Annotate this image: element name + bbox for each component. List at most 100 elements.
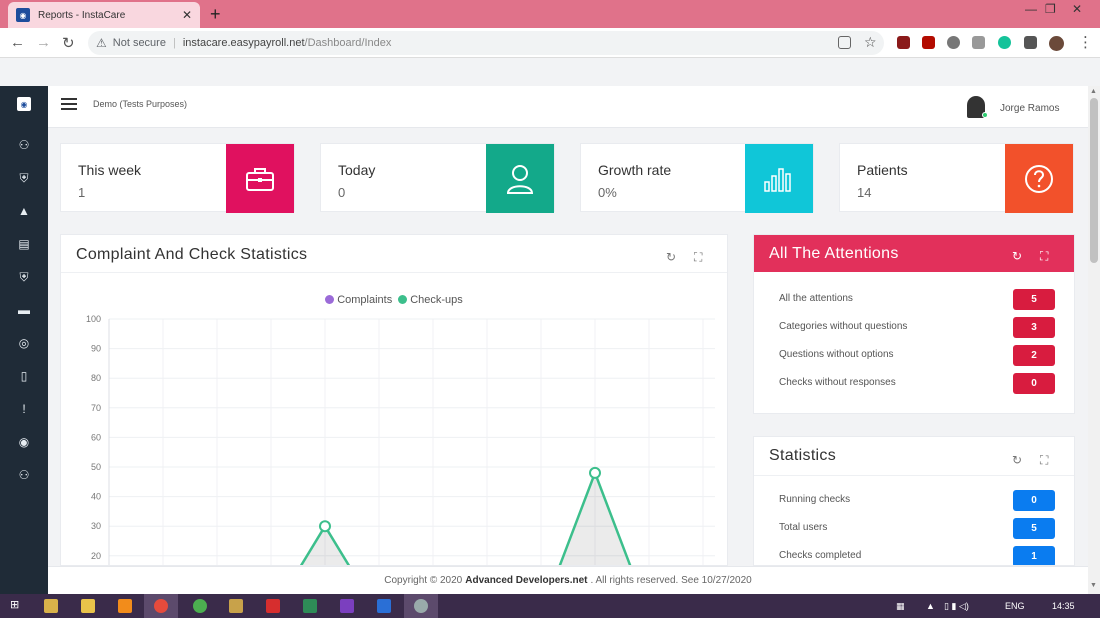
medical-icon[interactable]: ⛨	[17, 171, 31, 185]
refresh-icon[interactable]: ↻	[1012, 249, 1022, 263]
media-player-icon[interactable]	[81, 599, 95, 613]
help-icon[interactable]: ◎	[17, 336, 31, 350]
data-point[interactable]	[589, 466, 601, 479]
chrome-taskbar-button[interactable]	[144, 594, 178, 618]
y-tick-label: 20	[91, 551, 101, 561]
recorder-icon[interactable]	[266, 599, 280, 613]
clock[interactable]: 14:35	[1052, 601, 1075, 611]
back-icon[interactable]: ←	[10, 34, 25, 51]
top-navbar: Demo (Tests Purposes) Jorge Ramos	[48, 86, 1088, 128]
page-scrollbar[interactable]: ▲ ▼	[1088, 86, 1100, 594]
count-badge: 0	[1013, 373, 1055, 394]
extension-shield-icon[interactable]	[897, 36, 910, 49]
list-label: Total users	[779, 522, 828, 533]
scrollbar-thumb[interactable]	[1090, 98, 1098, 263]
language-indicator[interactable]: ENG	[1005, 601, 1025, 611]
favicon-icon: ◉	[16, 8, 30, 22]
active-app-button[interactable]	[404, 594, 438, 618]
count-badge: 2	[1013, 345, 1055, 366]
camera-icon[interactable]	[972, 36, 985, 49]
chrome-icon	[154, 599, 168, 613]
fullscreen-icon[interactable]: ⛶	[1040, 453, 1048, 468]
list-item[interactable]: Questions without options 2	[779, 345, 1055, 366]
app-logo-icon[interactable]: ◉	[17, 97, 31, 111]
series-area	[560, 472, 630, 565]
torrent-icon[interactable]	[193, 599, 207, 613]
puzzle-icon[interactable]	[1024, 36, 1037, 49]
menu-dots-icon[interactable]: ⋮	[1078, 33, 1093, 51]
restore-icon[interactable]: ❐	[1045, 2, 1056, 16]
refresh-icon[interactable]: ↻	[1012, 453, 1022, 467]
hamburger-menu-icon[interactable]	[61, 98, 77, 110]
online-status-dot	[982, 112, 988, 118]
footer-prefix: Copyright © 2020	[384, 575, 463, 586]
fullscreen-icon[interactable]: ⛶	[1040, 249, 1048, 264]
minimize-icon[interactable]: —	[1025, 2, 1037, 16]
list-item[interactable]: All the attentions 5	[779, 289, 1055, 310]
group-icon[interactable]: ⚇	[17, 468, 31, 482]
reload-icon[interactable]: ↻	[62, 34, 75, 52]
stat-card-this-week: This week 1	[60, 143, 295, 213]
app-icon[interactable]	[303, 599, 317, 613]
users-icon[interactable]: ⚇	[17, 138, 31, 152]
list-item[interactable]: Categories without questions 3	[779, 317, 1055, 338]
panel-title: All The Attentions	[769, 245, 899, 262]
tray-up-icon[interactable]: ▲	[926, 601, 935, 611]
tray-icons[interactable]: ▯ ▮ ◁)	[944, 601, 969, 612]
url-path: /Dashboard/Index	[304, 37, 392, 49]
accessibility-icon[interactable]: ◉	[17, 435, 31, 449]
star-icon[interactable]: ☆	[864, 34, 877, 50]
forward-icon[interactable]: →	[36, 34, 51, 51]
list-item[interactable]: Checks completed 1	[779, 546, 1055, 565]
scroll-down-icon[interactable]: ▼	[1090, 582, 1097, 589]
thumbs-up-icon[interactable]: ▲	[17, 204, 31, 218]
url-field[interactable]: ⚠ Not secure | instacare.easypayroll.net…	[88, 31, 884, 55]
doctor-icon[interactable]: ⛨	[17, 270, 31, 284]
list-item[interactable]: Checks without responses 0	[779, 373, 1055, 394]
page-footer: Copyright © 2020 Advanced Developers.net…	[48, 566, 1088, 594]
y-tick-label: 50	[91, 462, 101, 472]
panel-divider	[754, 475, 1074, 476]
briefcase-icon[interactable]: ▬	[17, 303, 31, 317]
scroll-up-icon[interactable]: ▲	[1090, 88, 1097, 95]
clipboard-icon[interactable]: ▤	[17, 237, 31, 251]
vlc-icon[interactable]	[118, 599, 132, 613]
new-tab-icon[interactable]: +	[210, 4, 221, 25]
user-name[interactable]: Jorge Ramos	[1000, 103, 1059, 114]
security-label: Not secure	[112, 37, 166, 49]
browser-tab[interactable]: ◉ Reports - InstaCare ✕	[8, 2, 200, 28]
statistics-panel: Statistics ↻ ⛶ Running checks 0 Total use…	[753, 436, 1075, 566]
stat-title: Patients	[857, 162, 908, 178]
grammarly-icon[interactable]	[998, 36, 1011, 49]
company-name: Demo (Tests Purposes)	[93, 99, 188, 109]
count-badge: 5	[1013, 518, 1055, 539]
list-item[interactable]: Running checks 0	[779, 490, 1055, 511]
close-tab-icon[interactable]: ✕	[182, 8, 192, 22]
stat-card-growth-rate: Growth rate 0%	[580, 143, 814, 213]
data-point[interactable]	[319, 520, 331, 533]
visual-studio-icon[interactable]	[340, 599, 354, 613]
user-icon	[486, 144, 554, 213]
file-explorer-icon[interactable]	[44, 599, 58, 613]
count-badge: 3	[1013, 317, 1055, 338]
alert-icon[interactable]: !	[17, 402, 31, 416]
footer-company[interactable]: Advanced Developers.net	[465, 575, 587, 586]
tool-icon[interactable]	[229, 599, 243, 613]
list-item[interactable]: Total users 5	[779, 518, 1055, 539]
list-label: Categories without questions	[779, 321, 908, 332]
shield-app-icon[interactable]	[377, 599, 391, 613]
sidebar: ◉ ⚇ ⛨ ▲ ▤ ⛨ ▬ ◎ ▯ ! ◉ ⚇	[0, 86, 48, 594]
profile-avatar[interactable]	[1049, 36, 1064, 51]
attentions-header: All The Attentions ↻ ⛶	[754, 235, 1074, 272]
extension-circle-icon[interactable]	[947, 36, 960, 49]
warning-icon: ⚠	[96, 36, 107, 50]
keyboard-icon[interactable]: ▦	[896, 601, 905, 612]
mobile-icon[interactable]: ▯	[17, 369, 31, 383]
close-window-icon[interactable]: ✕	[1072, 2, 1082, 16]
os-taskbar: ⊞ ▦ ▲ ▯ ▮ ◁) ENG 14:35	[0, 594, 1100, 618]
pdf-extension-icon[interactable]	[922, 36, 935, 49]
translate-icon[interactable]	[838, 36, 851, 49]
windows-start-icon[interactable]: ⊞	[10, 598, 24, 612]
address-bar: ← → ↻ ⚠ Not secure | instacare.easypayro…	[0, 28, 1100, 58]
line-chart: 100 90 80 70 60 50 40 30 20	[86, 314, 715, 565]
